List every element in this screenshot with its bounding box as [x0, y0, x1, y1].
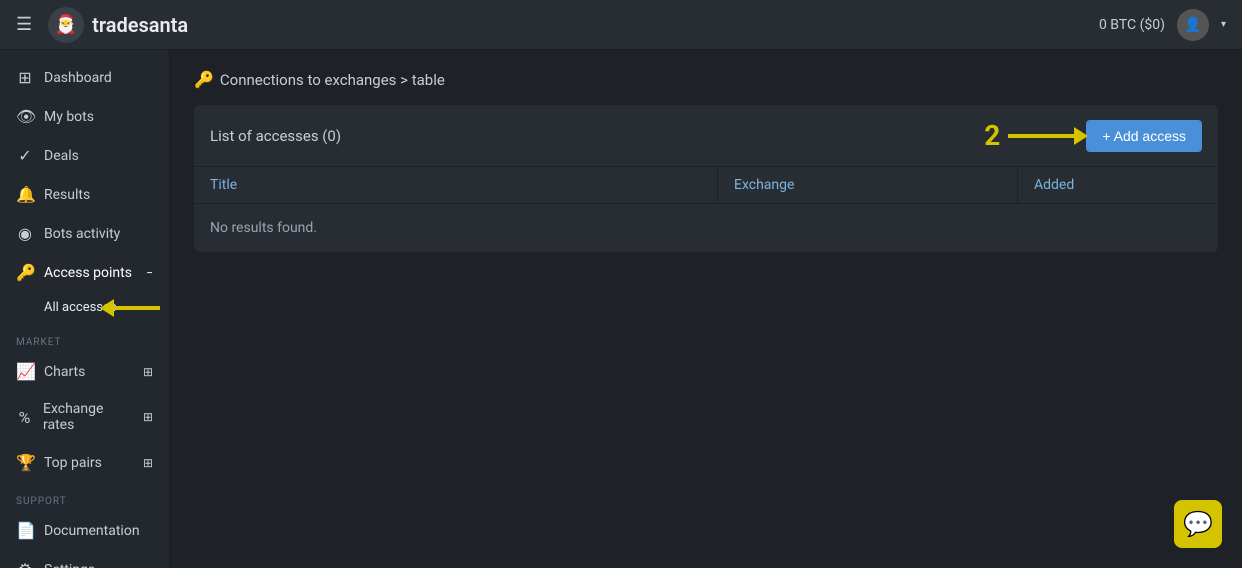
market-section-label: MARKET: [0, 323, 169, 352]
access-points-icon: 🔑: [16, 263, 34, 282]
annotation-2: 2 + Add access: [984, 119, 1202, 152]
column-header-title: Title: [194, 167, 718, 203]
user-avatar[interactable]: 👤: [1177, 9, 1209, 41]
sidebar: ⊞ Dashboard 👁 My bots ✓ Deals 🔔 Results …: [0, 50, 170, 568]
chat-fab-button[interactable]: 💬: [1174, 500, 1222, 548]
sidebar-item-label: Deals: [44, 148, 79, 164]
support-section-label: SUPPORT: [0, 482, 169, 511]
sidebar-item-access-points[interactable]: 🔑 Access points −: [0, 253, 169, 292]
sidebar-item-label: Access points: [44, 265, 132, 281]
breadcrumb: 🔑 Connections to exchanges > table: [194, 70, 1218, 89]
hamburger-icon[interactable]: ☰: [16, 14, 32, 35]
list-title: List of accesses (0): [210, 127, 341, 145]
header-right: 0 BTC ($0) 👤 ▾: [1099, 9, 1226, 41]
exchange-rates-expand-icon[interactable]: ⊞: [143, 410, 153, 424]
add-access-button[interactable]: + Add access: [1086, 120, 1202, 152]
collapse-icon[interactable]: −: [146, 266, 153, 280]
results-icon: 🔔: [16, 185, 34, 204]
deals-icon: ✓: [16, 146, 34, 165]
sidebar-item-bots-activity[interactable]: ◉ Bots activity: [0, 214, 169, 253]
arrowhead-left: [100, 299, 114, 317]
arrow-shaft-1: [110, 306, 160, 310]
charts-expand-icon[interactable]: ⊞: [143, 365, 153, 379]
sidebar-item-label: Settings: [44, 562, 95, 568]
main-layout: ⊞ Dashboard 👁 My bots ✓ Deals 🔔 Results …: [0, 50, 1242, 568]
bots-icon: 👁: [16, 107, 34, 126]
sidebar-item-label: My bots: [44, 109, 94, 125]
table-card-header: List of accesses (0) 2 + Add access: [194, 105, 1218, 167]
column-header-added: Added: [1018, 167, 1218, 203]
content-area: 🔑 Connections to exchanges > table List …: [170, 50, 1242, 568]
annotation-number-2: 2: [984, 119, 1000, 152]
chevron-down-icon[interactable]: ▾: [1221, 19, 1226, 30]
documentation-icon: 📄: [16, 521, 34, 540]
logo-text: tradesanta: [92, 13, 188, 37]
column-header-exchange: Exchange: [718, 167, 1018, 203]
sidebar-item-label: Results: [44, 187, 90, 203]
sidebar-item-label: Top pairs: [44, 455, 102, 471]
sidebar-item-exchange-rates[interactable]: % Exchange rates ⊞: [0, 391, 169, 443]
table-empty-message: No results found.: [194, 204, 1218, 252]
sidebar-item-results[interactable]: 🔔 Results: [0, 175, 169, 214]
top-header: ☰ 🎅 tradesanta 0 BTC ($0) 👤 ▾: [0, 0, 1242, 50]
arrow-shaft-2: [1008, 134, 1078, 138]
sidebar-item-label: Charts: [44, 364, 85, 380]
chat-icon: 💬: [1183, 510, 1213, 538]
bots-activity-icon: ◉: [16, 224, 34, 243]
sidebar-item-deals[interactable]: ✓ Deals: [0, 136, 169, 175]
sidebar-item-top-pairs[interactable]: 🏆 Top pairs ⊞: [0, 443, 169, 482]
sidebar-item-label: Dashboard: [44, 70, 112, 86]
breadcrumb-key-icon: 🔑: [194, 70, 214, 89]
arrowhead-right: [1074, 127, 1088, 145]
top-pairs-expand-icon[interactable]: ⊞: [143, 456, 153, 470]
logo-avatar: 🎅: [48, 7, 84, 43]
breadcrumb-text: Connections to exchanges > table: [220, 71, 445, 89]
accesses-table-card: List of accesses (0) 2 + Add access Titl…: [194, 105, 1218, 252]
charts-icon: 📈: [16, 362, 34, 381]
sidebar-item-settings[interactable]: ⚙ Settings: [0, 550, 169, 568]
logo-area: 🎅 tradesanta: [48, 7, 1099, 43]
sidebar-item-label: Bots activity: [44, 226, 120, 242]
sidebar-item-label: Documentation: [44, 523, 140, 539]
arrow-2: [1008, 134, 1078, 138]
sidebar-item-documentation[interactable]: 📄 Documentation: [0, 511, 169, 550]
top-pairs-icon: 🏆: [16, 453, 34, 472]
annotation-1: 1: [110, 291, 170, 324]
balance-display: 0 BTC ($0): [1099, 17, 1165, 33]
user-icon: 👤: [1184, 17, 1201, 33]
exchange-rates-icon: %: [16, 408, 33, 427]
logo-icon: 🎅: [55, 14, 77, 35]
sidebar-sub-item-wrapper: All accesses 1: [0, 292, 169, 323]
settings-icon: ⚙: [16, 560, 34, 568]
sidebar-item-dashboard[interactable]: ⊞ Dashboard: [0, 58, 169, 97]
sidebar-item-charts[interactable]: 📈 Charts ⊞: [0, 352, 169, 391]
sidebar-item-my-bots[interactable]: 👁 My bots: [0, 97, 169, 136]
table-columns: Title Exchange Added: [194, 167, 1218, 204]
dashboard-icon: ⊞: [16, 68, 34, 87]
sidebar-item-label: Exchange rates: [43, 401, 133, 433]
